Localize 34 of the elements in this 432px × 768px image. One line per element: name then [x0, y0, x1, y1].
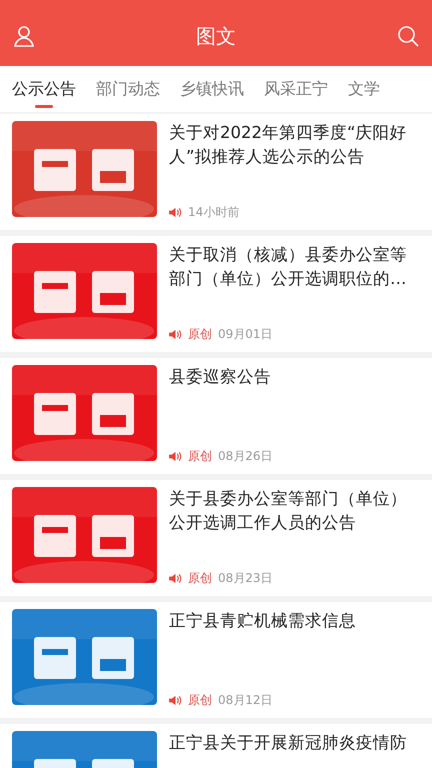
original-label: 原创	[188, 326, 212, 343]
article-card[interactable]: 正宁县青贮机械需求信息 原创 08月12日	[0, 602, 432, 718]
speaker-icon[interactable]	[169, 695, 182, 706]
page-title: 图文	[196, 22, 236, 50]
publish-time: 08月12日	[218, 692, 273, 709]
article-title: 正宁县关于开展新冠肺炎疫情防	[169, 732, 408, 754]
article-title: 县委巡察公告	[169, 366, 272, 388]
original-label: 原创	[188, 570, 212, 587]
article-title: 正宁县青贮机械需求信息	[169, 610, 357, 632]
publish-time: 08月23日	[218, 570, 273, 587]
original-label: 原创	[188, 692, 212, 709]
speaker-icon[interactable]	[169, 329, 182, 340]
speaker-icon[interactable]	[169, 451, 182, 462]
article-title: 关于取消（核减）县委办公室等部门（单位）公开选调职位的…	[169, 244, 408, 290]
category-tab[interactable]: 部门动态	[90, 66, 166, 112]
article-card[interactable]: 正宁县关于开展新冠肺炎疫情防	[0, 724, 432, 768]
publish-time: 14小时前	[188, 204, 240, 221]
category-tab[interactable]: 乡镇快讯	[174, 66, 250, 112]
original-label: 原创	[188, 448, 212, 465]
publish-time: 09月01日	[218, 326, 273, 343]
article-card[interactable]: 县委巡察公告 原创 08月26日	[0, 358, 432, 474]
speaker-icon[interactable]	[169, 207, 182, 218]
user-icon[interactable]	[12, 24, 36, 48]
publish-time: 08月26日	[218, 448, 273, 465]
article-card[interactable]: 关于取消（核减）县委办公室等部门（单位）公开选调职位的… 原创 09月01日	[0, 236, 432, 352]
category-tab[interactable]: 风采正宁	[258, 66, 334, 112]
category-tab[interactable]: 文学	[342, 66, 386, 112]
article-card[interactable]: 关于县委办公室等部门（单位）公开选调工作人员的公告 原创 08月23日	[0, 480, 432, 596]
article-card[interactable]: 关于对2022年第四季度“庆阳好人”拟推荐人选公示的公告 14小时前	[0, 114, 432, 230]
search-icon[interactable]	[396, 24, 420, 48]
category-tab[interactable]: 公示公告	[6, 66, 82, 112]
speaker-icon[interactable]	[169, 573, 182, 584]
article-title: 关于县委办公室等部门（单位）公开选调工作人员的公告	[169, 488, 408, 534]
article-title: 关于对2022年第四季度“庆阳好人”拟推荐人选公示的公告	[169, 122, 408, 168]
